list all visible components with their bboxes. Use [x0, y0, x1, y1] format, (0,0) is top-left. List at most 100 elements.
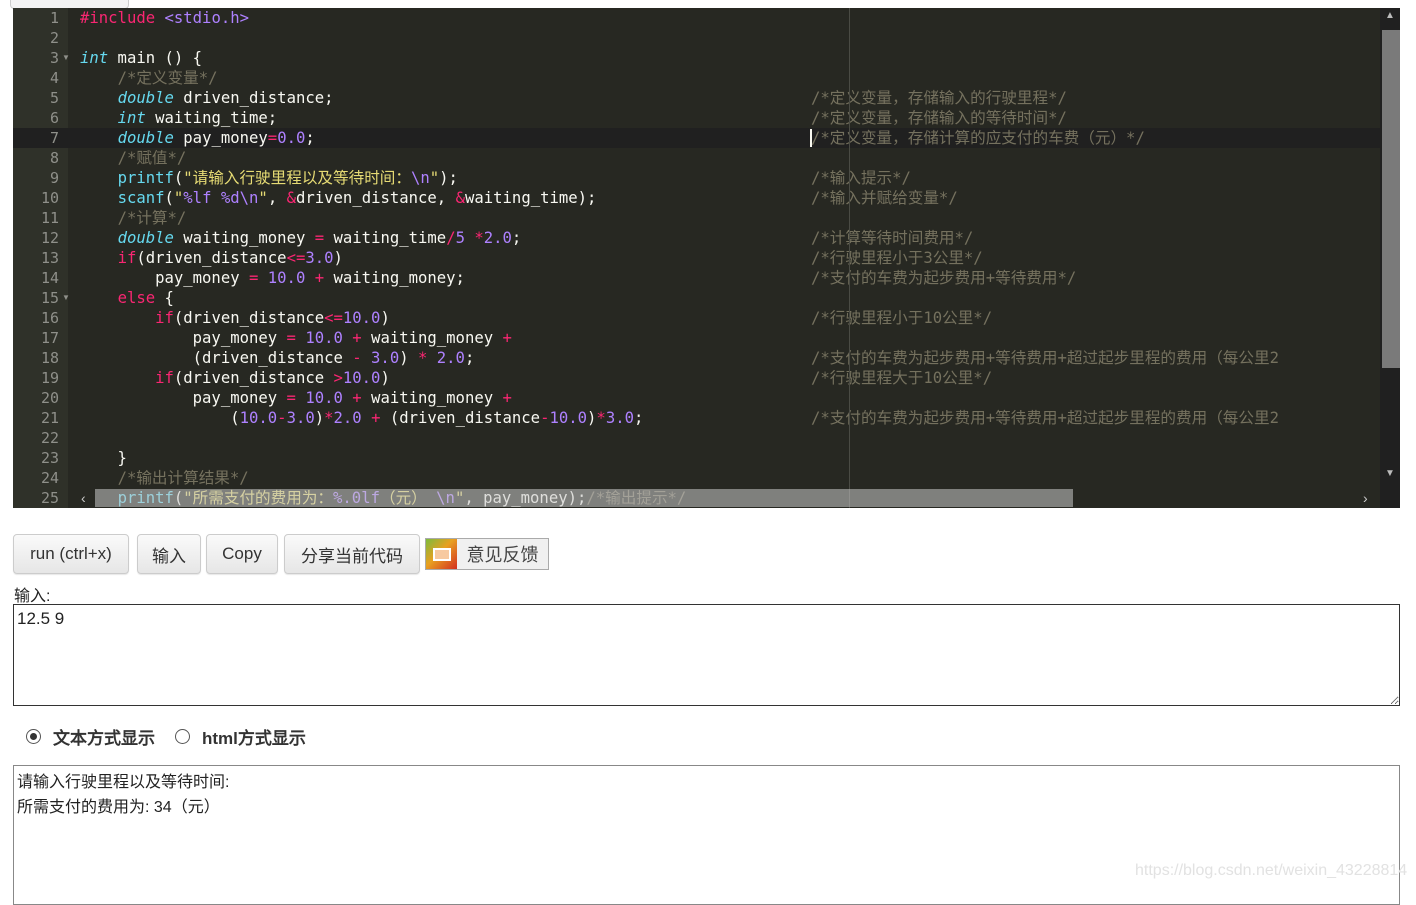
code-text: int main () { — [80, 48, 202, 68]
code-text: /*赋值*/ — [80, 148, 187, 168]
code-token: ; — [633, 409, 644, 427]
copy-button[interactable]: Copy — [206, 534, 278, 574]
code-token: & — [286, 189, 296, 207]
code-token: = — [314, 229, 325, 247]
code-line[interactable]: 18 (driven_distance - 3.0) * 2.0; /*支付的车费… — [13, 348, 1380, 368]
scroll-right-icon[interactable]: › — [1363, 488, 1368, 508]
feedback-button[interactable]: 意见反馈 — [425, 538, 549, 570]
code-token: if — [155, 369, 174, 387]
code-token: waiting_time); — [464, 189, 597, 207]
code-text: if(driven_distance<=3.0) — [80, 248, 343, 268]
code-token: } — [80, 449, 127, 467]
radio-text-mode[interactable]: 文本方式显示 — [26, 724, 155, 749]
code-comment: /*计算等待时间费用*/ — [811, 229, 974, 247]
code-token: \n — [411, 169, 430, 187]
line-number: 23 — [40, 449, 59, 467]
code-text: pay_money = 10.0 + waiting_money + — [80, 388, 512, 408]
code-line[interactable]: 9 printf("请输入行驶里程以及等待时间：\n"); /*输入提示*/ — [13, 168, 1380, 188]
scroll-up-icon[interactable]: ▲ — [1380, 10, 1400, 21]
code-token: 3.0 — [371, 349, 400, 367]
code-token: * — [324, 409, 334, 427]
scroll-left-icon[interactable]: ‹ — [81, 488, 86, 508]
code-comment: /*支付的车费为起步费用+等待费用+超过起步里程的费用（每公里2 — [811, 409, 1279, 427]
code-line[interactable]: 8 /*赋值*/ — [13, 148, 1380, 168]
code-text: double waiting_money = waiting_time/5 *2… — [80, 228, 522, 248]
code-token: driven_distance; — [173, 89, 334, 107]
code-token: waiting_time — [324, 229, 447, 247]
code-token: driven_distance, — [295, 189, 456, 207]
code-text: if(driven_distance<=10.0) — [80, 308, 390, 328]
radio-html-mode[interactable]: html方式显示 — [175, 724, 306, 749]
code-token: ) — [587, 409, 597, 427]
radio-unselected-icon[interactable] — [175, 729, 190, 744]
code-comment: /*定义变量，存储计算的应支付的车费（元）*/ — [811, 129, 1145, 147]
code-token: + — [352, 389, 362, 407]
fold-arrow-icon[interactable]: ▼ — [62, 48, 70, 68]
code-line[interactable]: 5 double driven_distance;/*定义变量，存储输入的行驶里… — [13, 88, 1380, 108]
code-line[interactable]: 11 /*计算*/ — [13, 208, 1380, 228]
fold-arrow-icon[interactable]: ▼ — [62, 288, 70, 308]
code-line[interactable]: 19 if(driven_distance >10.0) /*行驶里程大于10公里… — [13, 368, 1380, 388]
scroll-down-icon[interactable]: ▼ — [1380, 468, 1400, 479]
run-button[interactable]: run (ctrl+x) — [13, 534, 129, 574]
code-token: / — [446, 229, 456, 247]
code-token: 5 — [455, 229, 465, 247]
code-line[interactable]: 3 ▼ int main () { — [13, 48, 1380, 68]
code-line[interactable]: 2 — [13, 28, 1380, 48]
code-token: ) — [380, 309, 390, 327]
code-line[interactable]: 17 pay_money = 10.0 + waiting_money + — [13, 328, 1380, 348]
code-line[interactable]: 16 if(driven_distance<=10.0) /*行驶里程小于10公里… — [13, 308, 1380, 328]
code-token: - — [277, 409, 287, 427]
code-token: " — [258, 189, 268, 207]
vertical-scroll-thumb[interactable] — [1382, 30, 1400, 368]
code-token: main () { — [108, 49, 203, 67]
code-line[interactable]: 1 #include <stdio.h> — [13, 8, 1380, 28]
radio-text-mode-label: 文本方式显示 — [53, 729, 155, 748]
code-token: %lf — [183, 189, 212, 207]
code-line[interactable]: 14 pay_money = 10.0 + waiting_money; /*支付… — [13, 268, 1380, 288]
code-token: pay_money — [80, 269, 249, 287]
code-token: pay_money — [80, 329, 287, 347]
code-line[interactable]: 22 — [13, 428, 1380, 448]
radio-selected-icon[interactable] — [26, 729, 41, 744]
code-editor[interactable]: 1 #include <stdio.h> 2 3 ▼ int main () {4 /*定… — [13, 8, 1400, 508]
code-line[interactable]: 4 /*定义变量*/ — [13, 68, 1380, 88]
vertical-scrollbar[interactable]: ▲ ▼ — [1380, 8, 1400, 508]
output-panel: 请输入行驶里程以及等待时间: 所需支付的费用为: 34（元） — [13, 765, 1400, 905]
line-number: 21 — [40, 409, 59, 427]
code-line[interactable]: 13 if(driven_distance<=3.0) /*行驶里程小于3公里*/ — [13, 248, 1380, 268]
code-line[interactable]: 7 double pay_money=0.0; /*定义变量，存储计算的应支付的车… — [13, 128, 1380, 148]
code-token: = — [267, 129, 278, 147]
code-line[interactable]: 23 } — [13, 448, 1380, 468]
line-number: 24 — [40, 469, 59, 487]
code-line[interactable]: 10 scanf("%lf %d\n", &driven_distance, &… — [13, 188, 1380, 208]
horizontal-scroll-thumb[interactable] — [95, 489, 1073, 507]
code-line[interactable]: 24 /*输出计算结果*/ — [13, 468, 1380, 488]
code-token: <= — [324, 309, 343, 327]
input-button[interactable]: 输入 — [137, 534, 201, 574]
code-token: int — [117, 109, 146, 127]
line-number: 17 — [40, 329, 59, 347]
code-token: /*计算*/ — [117, 209, 187, 227]
code-line[interactable]: 15 ▼ else { — [13, 288, 1380, 308]
horizontal-scrollbar[interactable]: ‹ › — [78, 488, 1380, 508]
code-line[interactable]: 21 (10.0-3.0)*2.0 + (driven_distance-10.… — [13, 408, 1380, 428]
code-token: 10.0 — [239, 409, 278, 427]
code-text: double driven_distance; — [80, 88, 334, 108]
output-line: 请输入行驶里程以及等待时间: — [17, 774, 230, 791]
line-number: 16 — [40, 309, 59, 327]
code-line[interactable]: 20 pay_money = 10.0 + waiting_money + — [13, 388, 1380, 408]
print-margin — [849, 8, 850, 508]
code-line[interactable]: 12 double waiting_money = waiting_time/5… — [13, 228, 1380, 248]
code-line[interactable]: 6 int waiting_time;/*定义变量，存储输入的等待时间*/ — [13, 108, 1380, 128]
code-token: (driven_distance — [173, 309, 325, 327]
share-code-button[interactable]: 分享当前代码 — [284, 534, 420, 574]
stdin-input[interactable] — [13, 604, 1400, 706]
